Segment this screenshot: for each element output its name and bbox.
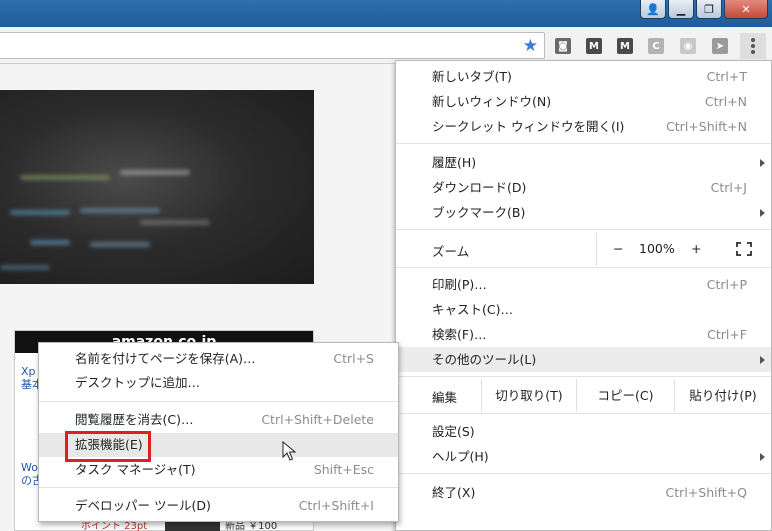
minimize-icon[interactable]: ▁: [668, 0, 694, 19]
ext-icon-m2[interactable]: M: [617, 38, 633, 54]
menu-item-exit[interactable]: 終了(X) Ctrl+Shift+Q: [396, 480, 771, 505]
cursor-ext-icon[interactable]: ➤: [712, 38, 728, 54]
menu-item-downloads[interactable]: ダウンロード(D) Ctrl+J: [396, 175, 771, 200]
restore-icon[interactable]: ❐: [696, 0, 722, 19]
user-icon[interactable]: 👤: [640, 0, 666, 19]
more-tools-submenu: 名前を付けてページを保存(A)… Ctrl+S デスクトップに追加… 閲覧履歴を…: [38, 342, 399, 522]
highlight-box: [65, 431, 151, 462]
ext-icon-c[interactable]: C: [648, 38, 664, 54]
close-icon[interactable]: ✕: [724, 0, 768, 19]
menu-separator: [396, 143, 771, 144]
chrome-menu-button[interactable]: [740, 33, 766, 59]
submenu-arrow-icon: [760, 159, 765, 167]
zoom-out-button[interactable]: −: [613, 241, 623, 256]
zoom-label: ズーム: [432, 244, 470, 259]
submenu-item-add-to-desktop[interactable]: デスクトップに追加…: [39, 371, 398, 395]
menu-item-history[interactable]: 履歴(H): [396, 150, 771, 175]
menu-separator: [396, 229, 771, 230]
zoom-controls: − 100% +: [596, 233, 771, 266]
address-bar[interactable]: ★: [0, 32, 545, 59]
paste-button[interactable]: 貼り付け(P): [674, 379, 771, 412]
submenu-separator: [39, 401, 398, 402]
menu-item-print[interactable]: 印刷(P)… Ctrl+P: [396, 272, 771, 297]
submenu-item-save-page[interactable]: 名前を付けてページを保存(A)… Ctrl+S: [39, 347, 398, 371]
menu-edit-row: 編集 切り取り(T) コピー(C) 貼り付け(P): [396, 379, 771, 412]
menu-item-more-tools[interactable]: その他のツール(L): [396, 347, 771, 372]
camera-icon[interactable]: ◉: [680, 38, 696, 54]
menu-item-new-tab[interactable]: 新しいタブ(T) Ctrl+T: [396, 64, 771, 89]
submenu-separator: [39, 487, 398, 488]
window-titlebar: 👤 ▁ ❐ ✕: [0, 0, 772, 27]
menu-separator: [396, 376, 771, 377]
submenu-arrow-icon: [760, 356, 765, 364]
menu-separator: [396, 413, 771, 414]
menu-separator: [396, 473, 771, 474]
menu-item-find[interactable]: 検索(F)… Ctrl+F: [396, 322, 771, 347]
edit-label: 編集: [432, 390, 458, 405]
submenu-arrow-icon: [760, 209, 765, 217]
fullscreen-icon[interactable]: [736, 242, 752, 256]
zoom-level: 100%: [639, 241, 675, 256]
menu-item-new-window[interactable]: 新しいウィンドウ(N) Ctrl+N: [396, 89, 771, 114]
menu-zoom-row: ズーム − 100% +: [396, 233, 771, 266]
chrome-main-menu: 新しいタブ(T) Ctrl+T 新しいウィンドウ(N) Ctrl+N シークレッ…: [395, 60, 772, 531]
cut-button[interactable]: 切り取り(T): [481, 379, 576, 412]
menu-item-incognito[interactable]: シークレット ウィンドウを開く(I) Ctrl+Shift+N: [396, 114, 771, 139]
menu-separator: [396, 267, 771, 268]
browser-toolbar: ★ ◙ M M C ◉ ➤: [0, 27, 772, 64]
ext-icon-m1[interactable]: M: [586, 38, 602, 54]
hero-image: [0, 90, 314, 284]
copy-button[interactable]: コピー(C): [576, 379, 674, 412]
submenu-item-clear-history[interactable]: 閲覧履歴を消去(C)… Ctrl+Shift+Delete: [39, 408, 398, 432]
menu-item-settings[interactable]: 設定(S): [396, 419, 771, 444]
submenu-item-devtools[interactable]: デベロッパー ツール(D) Ctrl+Shift+I: [39, 494, 398, 518]
star-icon[interactable]: ★: [523, 36, 538, 56]
menu-item-help[interactable]: ヘルプ(H): [396, 444, 771, 469]
menu-item-bookmarks[interactable]: ブックマーク(B): [396, 200, 771, 225]
zoom-in-button[interactable]: +: [691, 241, 701, 256]
window-controls: 👤 ▁ ❐ ✕: [640, 0, 768, 19]
ext-icon-1[interactable]: ◙: [555, 38, 571, 54]
mouse-cursor-icon: [282, 441, 296, 461]
submenu-arrow-icon: [760, 453, 765, 461]
menu-item-cast[interactable]: キャスト(C)…: [396, 297, 771, 322]
